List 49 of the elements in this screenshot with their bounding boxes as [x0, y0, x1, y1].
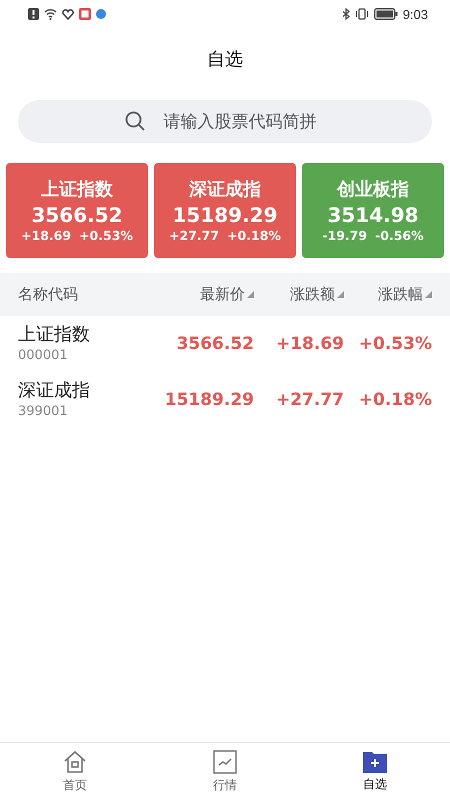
sort-icon[interactable]: [425, 291, 432, 298]
stock-name: 上证指数: [18, 323, 91, 347]
sort-icon[interactable]: [337, 291, 344, 298]
column-header[interactable]: 涨跌幅: [378, 285, 423, 304]
index-change: +18.69: [21, 228, 72, 243]
folder-plus-icon: [363, 750, 387, 772]
status-time: 9:03: [402, 6, 428, 22]
battery-icon: [374, 8, 398, 20]
index-card[interactable]: 上证指数 3566.52 +18.69 +0.53%: [6, 163, 148, 258]
stock-code: 399001: [18, 403, 69, 421]
tab-item[interactable]: 行情: [150, 743, 300, 800]
column-header[interactable]: 最新价: [200, 285, 245, 304]
tab-item[interactable]: 首页: [0, 743, 150, 800]
column-header[interactable]: 涨跌额: [290, 285, 335, 304]
home-icon: [63, 750, 87, 774]
page-title: 自选: [207, 48, 243, 72]
chart-icon: [213, 750, 237, 774]
change-cell-text: +27.77: [274, 390, 344, 410]
index-card[interactable]: 创业板指 3514.98 -19.79 -0.56%: [302, 163, 444, 258]
stock-code: 000001: [18, 347, 69, 365]
search-field[interactable]: 请输入股票代码简拼: [18, 100, 432, 143]
index-card[interactable]: 深证成指 15189.29 +27.77 +0.18%: [154, 163, 296, 258]
index-price: 3566.52: [31, 202, 123, 228]
index-change: +27.77: [169, 228, 220, 243]
app-icon: [79, 8, 91, 20]
index-percent: -0.56%: [375, 228, 424, 243]
alert-icon: [28, 8, 39, 20]
wifi-icon: [44, 8, 57, 20]
price-cell-text: 3566.52: [176, 334, 254, 354]
percent-cell-text: +0.53%: [358, 334, 432, 354]
vibrate-icon: [354, 8, 369, 20]
search-icon: [125, 111, 145, 131]
bluetooth-icon: [342, 8, 350, 20]
index-price: 15189.29: [172, 202, 278, 228]
index-name: 深证成指: [189, 178, 261, 202]
index-change: -19.79: [322, 228, 368, 243]
index-percent: +0.53%: [79, 228, 133, 243]
change-cell-text: +18.69: [274, 334, 344, 354]
percent-cell-text: +0.18%: [358, 390, 432, 410]
price-cell-text: 15189.29: [164, 390, 254, 410]
heart-icon: [62, 8, 74, 20]
index-percent: +0.18%: [227, 228, 281, 243]
stock-name: 深证成指: [18, 379, 91, 403]
index-name: 上证指数: [41, 178, 113, 202]
tab-item[interactable]: 自选: [300, 743, 450, 800]
column-header: 名称代码: [18, 285, 78, 304]
sort-icon[interactable]: [247, 291, 254, 298]
index-name: 创业板指: [337, 178, 409, 202]
index-price: 3514.98: [327, 202, 419, 228]
